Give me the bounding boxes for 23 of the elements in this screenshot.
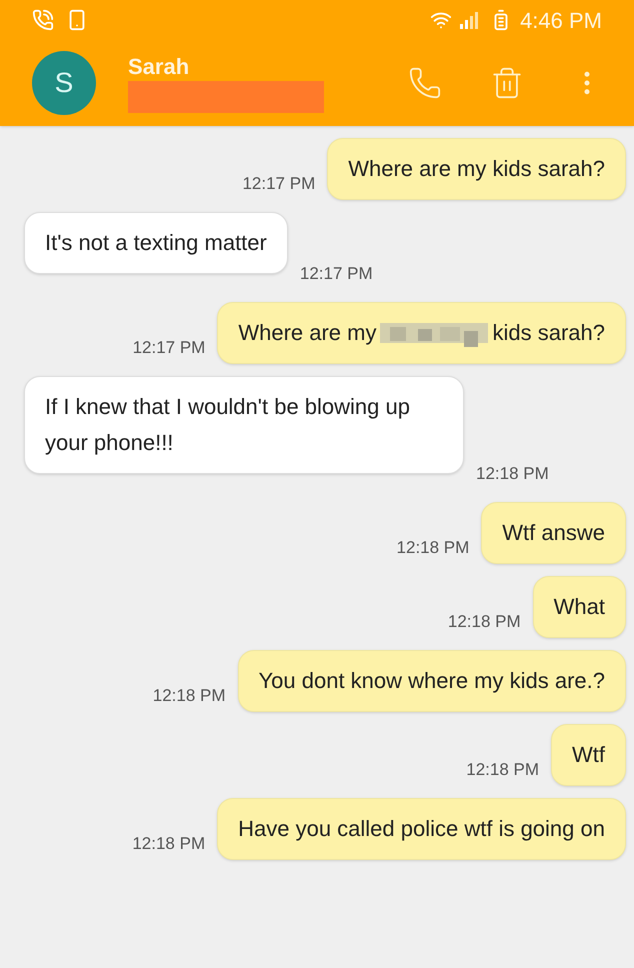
message-bubble: Wtf: [551, 724, 626, 786]
call-icon[interactable]: [408, 66, 442, 100]
message-time: 12:17 PM: [300, 262, 373, 284]
contact-avatar[interactable]: S: [32, 51, 96, 115]
status-time: 4:46 PM: [520, 6, 602, 34]
message-bubble: Where are my kids sarah?: [217, 302, 626, 364]
message-time: 12:18 PM: [132, 832, 206, 854]
message-bubble: It's not a texting matter: [24, 212, 288, 274]
message-time: 12:18 PM: [466, 758, 539, 780]
message-bubble: Have you called police wtf is going on: [217, 798, 626, 860]
call-notification-icon: [32, 9, 54, 31]
message-time: 12:17 PM: [132, 336, 206, 358]
message-bubble: If I knew that I wouldn't be blowing up your phone!!!: [24, 376, 464, 474]
message-time: 12:18 PM: [152, 684, 226, 706]
message-time: 12:18 PM: [396, 536, 470, 558]
message-time: 12:17 PM: [242, 172, 316, 194]
message-time: 12:18 PM: [476, 462, 549, 484]
message-bubble: Wtf answe: [481, 502, 626, 564]
message-bubble: What: [532, 576, 626, 638]
contact-name: Sarah: [128, 53, 190, 81]
message-time: 12:18 PM: [448, 610, 521, 632]
message-bubble: Where are my kids sarah?: [327, 138, 626, 200]
message-bubble: You dont know where my kids are.?: [238, 650, 626, 712]
